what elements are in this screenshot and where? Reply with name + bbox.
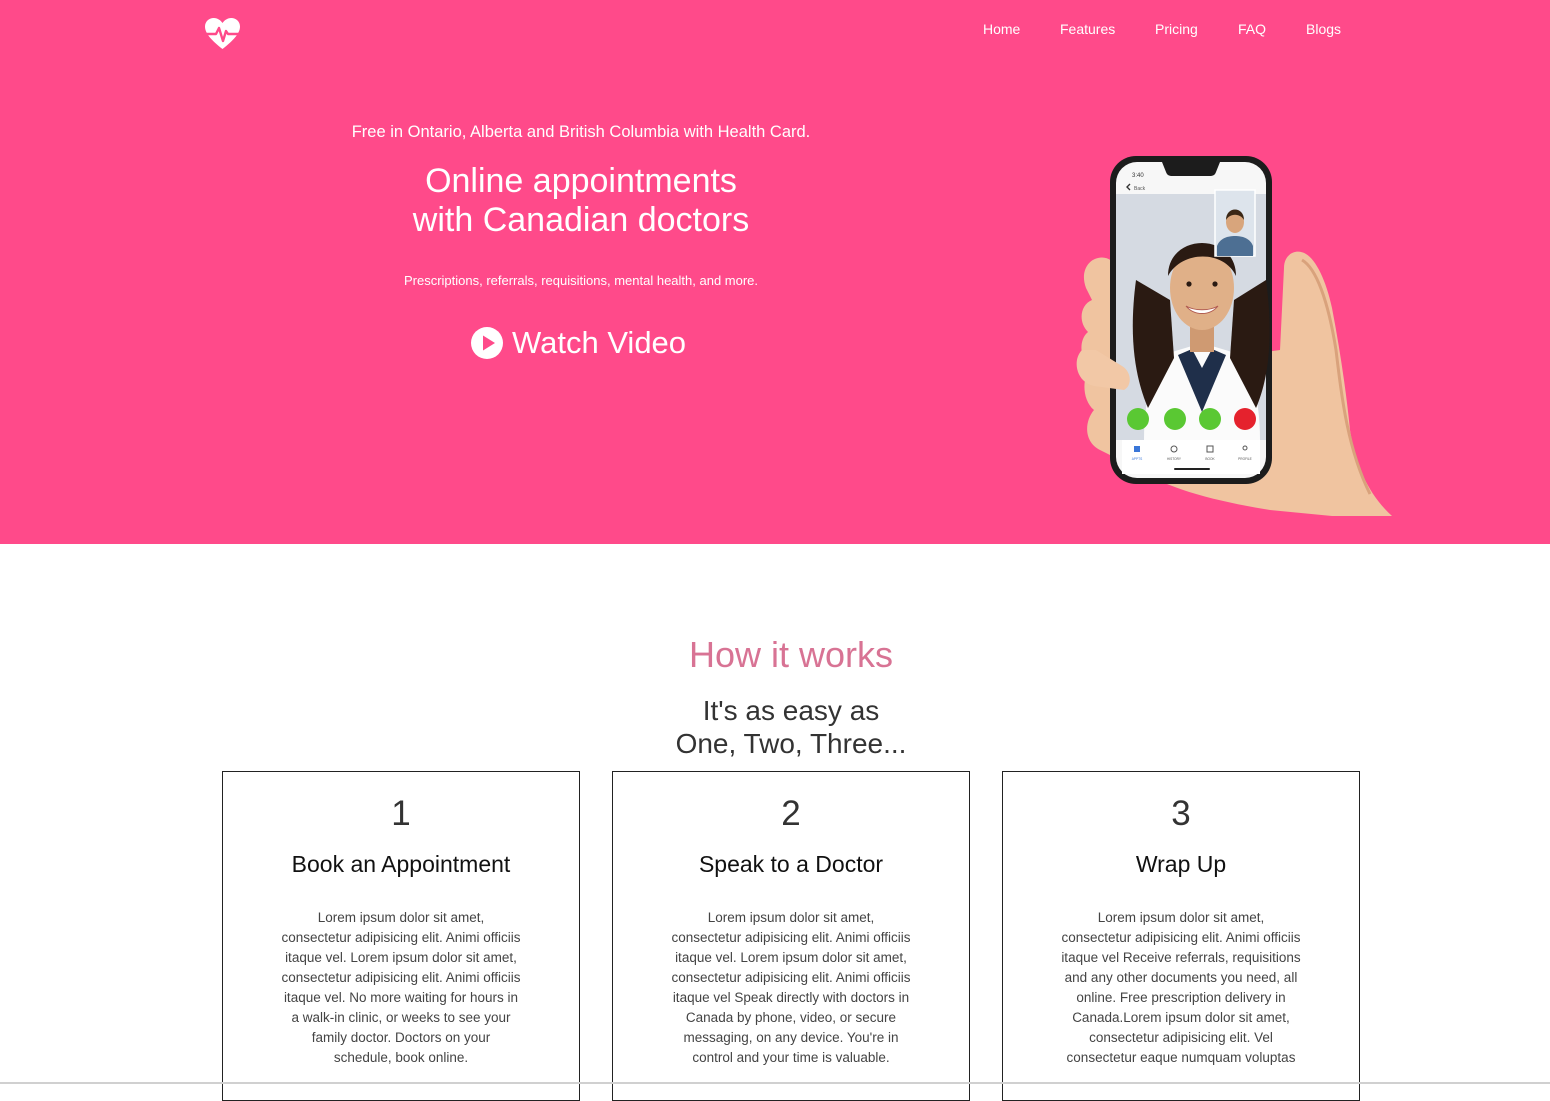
nav-faq[interactable]: FAQ (1238, 20, 1266, 38)
nav-pricing[interactable]: Pricing (1155, 20, 1198, 38)
phone-back-label: Back (1134, 186, 1146, 192)
step-description: Lorem ipsum dolor sit amet, consectetur … (281, 910, 521, 1065)
step-number: 3 (1171, 794, 1191, 833)
play-circle-icon (471, 327, 503, 359)
step-title: Wrap Up (1135, 851, 1227, 877)
step-number: 2 (781, 794, 801, 833)
phone-tab-appts: APPTS (1132, 457, 1142, 461)
step-description: Lorem ipsum dolor sit amet, consectetur … (671, 910, 911, 1065)
hero-subtitle: Prescriptions, referrals, requisitions, … (403, 273, 759, 288)
heart-pulse-icon[interactable] (205, 18, 240, 50)
phone-tab-profile: PROFILE (1238, 457, 1252, 461)
phone-video-call-image: 3:40 Back APPTS HISTORY BOOK PROFILE (1076, 156, 1392, 516)
step-title: Book an Appointment (291, 851, 511, 877)
step-description: Lorem ipsum dolor sit amet, consectetur … (1061, 910, 1301, 1065)
how-it-works-title: How it works (688, 634, 894, 675)
coverage-text: Free in Ontario, Alberta and British Col… (351, 123, 811, 141)
headline-line-1: Online appointments (425, 162, 737, 200)
phone-tab-book: BOOK (1205, 457, 1215, 461)
nav-home[interactable]: Home (983, 20, 1020, 38)
how-it-works-subtitle: It's as easy as One, Two, Three... (540, 694, 1042, 760)
step-card-3: 3 Wrap Up Lorem ipsum dolor sit amet, co… (1002, 771, 1360, 1101)
watch-video-label: Watch Video (512, 325, 687, 360)
phone-time: 3:40 (1132, 173, 1144, 179)
hero-headline: Online appointments with Canadian doctor… (330, 162, 832, 240)
headline-line-2: with Canadian doctors (412, 201, 750, 239)
step-title: Speak to a Doctor (698, 851, 884, 877)
step-card-1: 1 Book an Appointment Lorem ipsum dolor … (222, 771, 580, 1101)
phone-tab-history: HISTORY (1167, 457, 1182, 461)
hero-section: Home Features Pricing FAQ Blogs Free in … (0, 0, 1550, 544)
subtitle-line-2: One, Two, Three... (675, 728, 907, 759)
step-card-2: 2 Speak to a Doctor Lorem ipsum dolor si… (612, 771, 970, 1101)
subtitle-line-1: It's as easy as (702, 695, 880, 726)
watch-video-button[interactable]: Watch Video (471, 324, 686, 362)
nav-features[interactable]: Features (1060, 20, 1115, 38)
nav-blogs[interactable]: Blogs (1306, 20, 1341, 38)
step-number: 1 (391, 794, 411, 833)
